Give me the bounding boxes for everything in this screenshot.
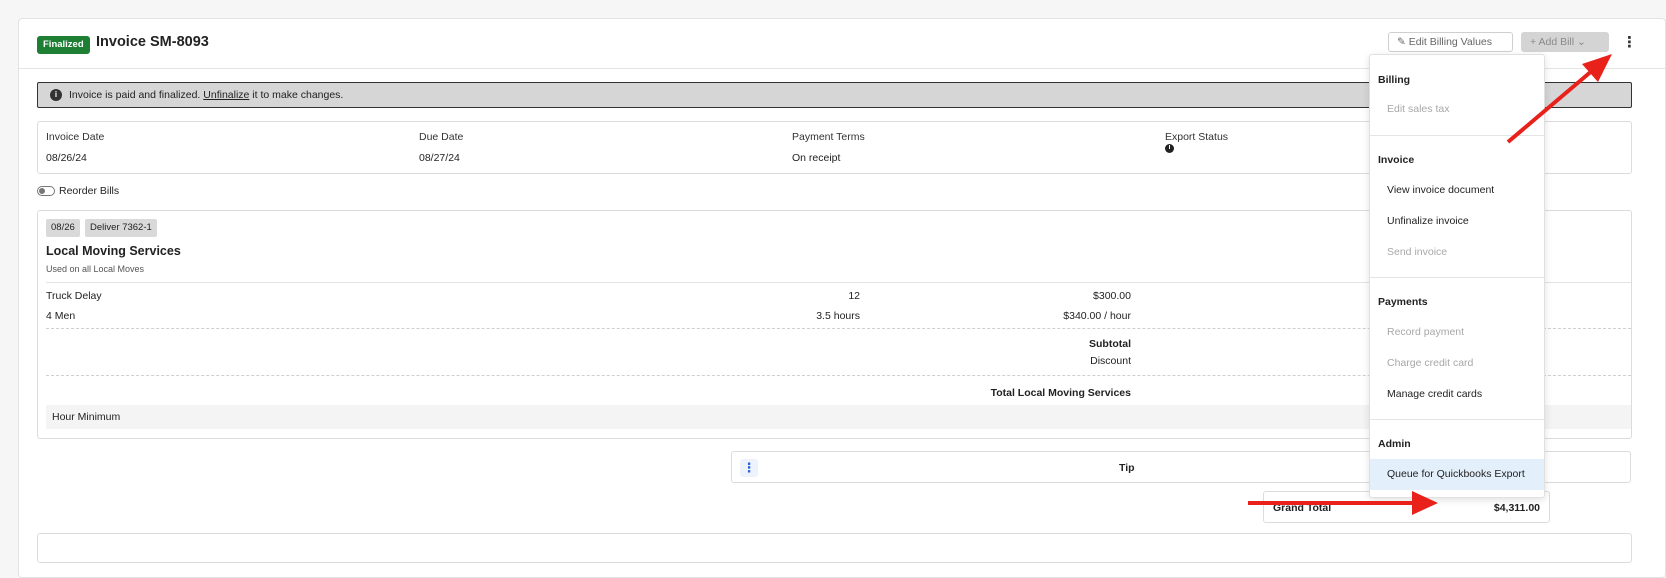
tip-options-kebab-icon[interactable]: ⋮ bbox=[740, 459, 758, 477]
more-options-menu: Billing Edit sales tax Invoice View invo… bbox=[1369, 54, 1545, 498]
tip-label: Tip bbox=[1119, 462, 1135, 474]
clock-icon bbox=[1165, 144, 1174, 153]
export-status-field: Export Status bbox=[1165, 131, 1228, 156]
bill-date-tag: 08/26 bbox=[46, 219, 80, 237]
menu-heading-admin: Admin bbox=[1378, 438, 1411, 450]
page-title: Invoice SM-8093 bbox=[96, 34, 209, 50]
payment-terms-label: Payment Terms bbox=[792, 131, 865, 143]
reorder-bills-toggle[interactable] bbox=[37, 186, 55, 196]
bill-job-tag: Deliver 7362-1 bbox=[85, 219, 157, 237]
status-badge: Finalized bbox=[37, 36, 90, 54]
discount-label: Discount bbox=[1090, 355, 1131, 367]
subtotal-label: Subtotal bbox=[1089, 338, 1131, 350]
menu-heading-payments: Payments bbox=[1378, 296, 1428, 308]
edit-billing-values-label: Edit Billing Values bbox=[1408, 36, 1493, 48]
info-icon: i bbox=[50, 89, 62, 101]
grand-total-label: Grand Total bbox=[1273, 502, 1332, 514]
menu-heading-billing: Billing bbox=[1378, 74, 1411, 86]
due-date-value: 08/27/24 bbox=[419, 152, 460, 164]
plus-icon: + bbox=[1530, 36, 1537, 48]
invoice-date-field: Invoice Date 08/26/24 bbox=[46, 131, 104, 164]
payment-terms-field: Payment Terms On receipt bbox=[792, 131, 865, 164]
line-item-qty: 3.5 hours bbox=[816, 310, 860, 322]
add-bill-button[interactable]: + Add Bill ⌄ bbox=[1521, 32, 1609, 52]
bill-total-label: Total Local Moving Services bbox=[990, 387, 1131, 399]
payment-terms-value: On receipt bbox=[792, 152, 841, 164]
menu-item-send-invoice[interactable]: Send invoice bbox=[1370, 237, 1544, 268]
line-item-name: Truck Delay bbox=[46, 290, 102, 302]
line-item-rate: $340.00 / hour bbox=[1063, 310, 1131, 322]
unfinalize-link[interactable]: Unfinalize bbox=[203, 89, 249, 101]
menu-item-queue-quickbooks-export[interactable]: Queue for Quickbooks Export bbox=[1370, 459, 1544, 490]
menu-item-view-invoice-document[interactable]: View invoice document bbox=[1370, 175, 1544, 206]
menu-item-manage-credit-cards[interactable]: Manage credit cards bbox=[1370, 379, 1544, 410]
reorder-bills-label: Reorder Bills bbox=[59, 185, 120, 197]
grand-total-value: $4,311.00 bbox=[1493, 502, 1540, 514]
bill-subtitle: Used on all Local Moves bbox=[46, 264, 145, 274]
chevron-down-icon: ⌄ bbox=[1577, 36, 1586, 48]
more-options-kebab-icon[interactable]: ⋮ bbox=[1622, 34, 1637, 52]
menu-divider bbox=[1370, 419, 1544, 420]
next-section-edge bbox=[37, 533, 1632, 563]
export-status-label: Export Status bbox=[1165, 131, 1229, 143]
bill-title: Local Moving Services bbox=[46, 244, 181, 258]
notice-prefix: Invoice is paid and finalized. bbox=[69, 89, 201, 101]
menu-item-edit-sales-tax[interactable]: Edit sales tax bbox=[1370, 94, 1544, 125]
add-bill-label: Add Bill bbox=[1538, 36, 1575, 48]
line-item-name: 4 Men bbox=[46, 310, 76, 322]
menu-item-unfinalize-invoice[interactable]: Unfinalize invoice bbox=[1370, 206, 1544, 237]
menu-item-record-payment[interactable]: Record payment bbox=[1370, 317, 1544, 348]
due-date-label: Due Date bbox=[419, 131, 464, 143]
edit-billing-values-button[interactable]: ✎ Edit Billing Values bbox=[1388, 32, 1513, 52]
hour-minimum-label: Hour Minimum bbox=[52, 411, 121, 423]
menu-divider bbox=[1370, 135, 1544, 136]
pencil-icon: ✎ bbox=[1397, 36, 1406, 48]
menu-heading-invoice: Invoice bbox=[1378, 154, 1415, 166]
menu-item-charge-credit-card[interactable]: Charge credit card bbox=[1370, 348, 1544, 379]
menu-divider bbox=[1370, 277, 1544, 278]
due-date-field: Due Date 08/27/24 bbox=[419, 131, 463, 164]
invoice-date-label: Invoice Date bbox=[46, 131, 105, 143]
line-item-qty: 12 bbox=[848, 290, 860, 302]
notice-text: Invoice is paid and finalized. Unfinaliz… bbox=[69, 89, 343, 101]
invoice-date-value: 08/26/24 bbox=[46, 152, 87, 164]
notice-suffix: it to make changes. bbox=[252, 89, 344, 101]
line-item-rate: $300.00 bbox=[1093, 290, 1131, 302]
